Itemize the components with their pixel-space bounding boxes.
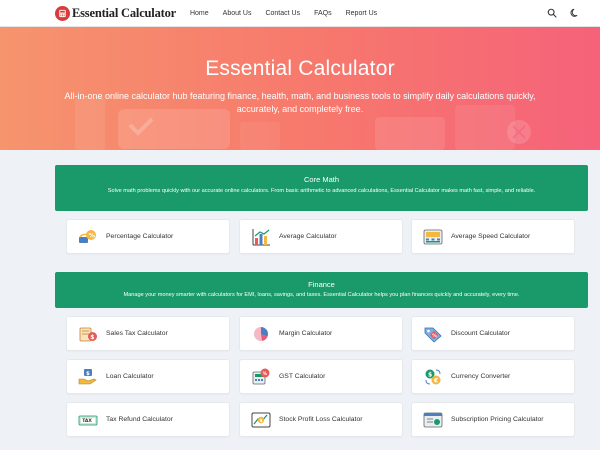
card-label: GST Calculator bbox=[279, 373, 326, 380]
main-nav: Home About Us Contact Us FAQs Report Us bbox=[190, 10, 391, 17]
sales-tax-icon: $ bbox=[77, 325, 99, 343]
gst-icon: % bbox=[250, 368, 272, 386]
svg-text:$: $ bbox=[90, 334, 94, 341]
tax-refund-icon: TAX bbox=[77, 411, 99, 429]
dark-mode-moon-icon[interactable] bbox=[568, 6, 582, 20]
finance-header: Finance Manage your money smarter with c… bbox=[55, 272, 588, 308]
card-currency-converter[interactable]: $ € Currency Converter bbox=[411, 359, 575, 394]
stock-chart-icon: $ bbox=[250, 411, 272, 429]
subscription-icon bbox=[422, 411, 444, 429]
card-label: Tax Refund Calculator bbox=[106, 416, 173, 423]
svg-text:$: $ bbox=[428, 371, 432, 378]
hero-title: Essential Calculator bbox=[205, 57, 395, 80]
nav-report-us[interactable]: Report Us bbox=[346, 10, 378, 17]
section-desc-core-math: Solve math problems quickly with our acc… bbox=[107, 188, 536, 194]
card-tax-refund-calculator[interactable]: TAX Tax Refund Calculator bbox=[66, 402, 230, 437]
card-discount-calculator[interactable]: % Discount Calculator bbox=[411, 316, 575, 351]
core-math-header: Core Math Solve math problems quickly wi… bbox=[55, 165, 588, 211]
card-sales-tax-calculator[interactable]: $ Sales Tax Calculator bbox=[66, 316, 230, 351]
card-average-speed-calculator[interactable]: Average Speed Calculator bbox=[411, 219, 575, 254]
card-label: Margin Calculator bbox=[279, 330, 333, 337]
svg-text:TAX: TAX bbox=[82, 418, 92, 424]
card-label: Stock Profit Loss Calculator bbox=[279, 416, 363, 423]
loan-hand-icon: $ bbox=[77, 368, 99, 386]
card-margin-calculator[interactable]: Margin Calculator bbox=[239, 316, 403, 351]
site-logo[interactable]: Essential Calculator bbox=[55, 5, 176, 21]
card-label: Average Speed Calculator bbox=[451, 233, 531, 240]
nav-contact-us[interactable]: Contact Us bbox=[265, 10, 300, 17]
card-stock-profit-loss-calculator[interactable]: $ Stock Profit Loss Calculator bbox=[239, 402, 403, 437]
nav-about-us[interactable]: About Us bbox=[223, 10, 252, 17]
svg-text:€: € bbox=[433, 377, 438, 384]
percentage-icon: % bbox=[77, 228, 99, 246]
card-label: Currency Converter bbox=[451, 373, 511, 380]
svg-text:%: % bbox=[263, 371, 268, 377]
svg-text:%: % bbox=[89, 231, 96, 239]
card-label: Average Calculator bbox=[279, 233, 337, 240]
hero-background-graphic bbox=[75, 97, 531, 150]
nav-faqs[interactable]: FAQs bbox=[314, 10, 332, 17]
search-icon[interactable] bbox=[545, 6, 559, 20]
site-header: Essential Calculator Home About Us Conta… bbox=[0, 0, 600, 27]
logo-badge-icon bbox=[55, 5, 70, 21]
card-gst-calculator[interactable]: % GST Calculator bbox=[239, 359, 403, 394]
card-percentage-calculator[interactable]: % Percentage Calculator bbox=[66, 219, 230, 254]
card-label: Sales Tax Calculator bbox=[106, 330, 168, 337]
hero-subtitle: All-in-one online calculator hub featuri… bbox=[64, 91, 536, 114]
card-label: Loan Calculator bbox=[106, 373, 154, 380]
section-title-finance: Finance bbox=[308, 280, 335, 289]
svg-text:%: % bbox=[432, 333, 437, 339]
header-actions bbox=[545, 6, 582, 20]
card-subscription-pricing-calculator[interactable]: Subscription Pricing Calculator bbox=[411, 402, 575, 437]
speedometer-icon bbox=[422, 228, 444, 246]
card-average-calculator[interactable]: Average Calculator bbox=[239, 219, 403, 254]
svg-text:$: $ bbox=[260, 418, 263, 424]
svg-text:$: $ bbox=[86, 371, 90, 377]
pie-chart-icon bbox=[250, 325, 272, 343]
card-label: Subscription Pricing Calculator bbox=[451, 416, 544, 423]
card-loan-calculator[interactable]: $ Loan Calculator bbox=[66, 359, 230, 394]
hero-banner: Essential Calculator All-in-one online c… bbox=[0, 27, 600, 150]
nav-home[interactable]: Home bbox=[190, 10, 209, 17]
section-title-core-math: Core Math bbox=[303, 175, 339, 184]
card-label: Discount Calculator bbox=[451, 330, 510, 337]
logo-text: Essential Calculator bbox=[72, 5, 176, 20]
section-desc-finance: Manage your money smarter with calculato… bbox=[123, 292, 520, 298]
currency-exchange-icon: $ € bbox=[422, 368, 444, 386]
discount-tag-icon: % bbox=[422, 325, 444, 343]
bar-chart-icon bbox=[250, 228, 272, 246]
card-label: Percentage Calculator bbox=[106, 233, 174, 240]
